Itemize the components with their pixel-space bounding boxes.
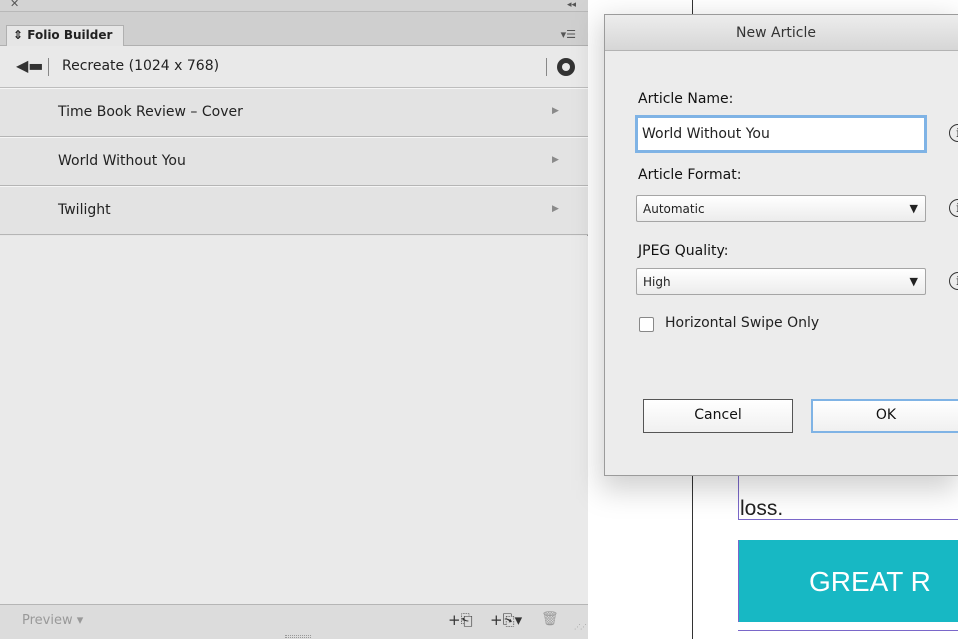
horizontal-swipe-checkbox[interactable] — [639, 317, 654, 332]
horizontal-swipe-label[interactable]: Horizontal Swipe Only — [665, 315, 819, 331]
panel-tab-row: ⇕ Folio Builder ▾☰ — [0, 12, 588, 46]
jpeg-quality-select[interactable]: High ▼ — [636, 268, 926, 295]
info-icon[interactable]: i — [949, 124, 958, 142]
article-label: World Without You — [58, 153, 186, 169]
article-row[interactable]: World Without You ▶ — [0, 137, 588, 186]
nav-row: ◀▬ Recreate (1024 x 768) — [0, 46, 588, 88]
dialog-title: New Article — [736, 25, 816, 41]
article-row[interactable]: Time Book Review – Cover ▶ — [0, 88, 588, 137]
panel-bottom-bar: Preview ▾ +⎗ +⎘▾ 🗑 ⋰⋰ — [0, 604, 588, 639]
new-article-dialog: New Article Article Name: i Article Form… — [604, 14, 958, 476]
jpeg-quality-value: High — [643, 275, 671, 289]
cancel-button[interactable]: Cancel — [643, 399, 793, 433]
tab-label: Folio Builder — [27, 28, 113, 42]
article-format-value: Automatic — [643, 202, 705, 216]
import-article-icon[interactable]: +⎘▾ — [490, 611, 522, 629]
article-format-label: Article Format: — [638, 167, 742, 183]
back-arrow-icon[interactable]: ◀▬ — [16, 56, 43, 75]
dialog-title-bar[interactable]: New Article — [605, 15, 958, 51]
panel-resize-handle[interactable] — [285, 635, 311, 638]
nav-divider — [546, 58, 547, 76]
folio-builder-panel: ✕ ◂◂ ⇕ Folio Builder ▾☰ ◀▬ Recreate (102… — [0, 0, 588, 639]
panel-menu-icon[interactable]: ▾☰ — [561, 28, 576, 41]
chevron-right-icon[interactable]: ▶ — [552, 106, 559, 116]
close-icon[interactable]: ✕ — [10, 0, 19, 11]
jpeg-quality-label: JPEG Quality: — [638, 243, 729, 259]
banner-frame: GREAT R — [738, 540, 958, 622]
frame-guide — [738, 630, 958, 631]
nav-divider — [48, 58, 49, 76]
preview-button[interactable]: Preview ▾ — [22, 613, 83, 628]
panel-empty-area — [0, 236, 588, 604]
add-article-icon[interactable]: +⎗ — [448, 611, 473, 629]
info-icon[interactable]: i — [949, 272, 958, 290]
chevron-right-icon[interactable]: ▶ — [552, 204, 559, 214]
article-list: Time Book Review – Cover ▶ World Without… — [0, 88, 588, 235]
panel-top-bar: ✕ ◂◂ — [0, 0, 588, 12]
doc-text-loss: loss. — [740, 497, 784, 520]
folio-title: Recreate (1024 x 768) — [62, 58, 220, 74]
collapse-panel-icon[interactable]: ◂◂ — [567, 0, 576, 12]
resize-grip-icon[interactable]: ⋰⋰ — [574, 623, 587, 631]
ok-button[interactable]: OK — [811, 399, 958, 433]
article-name-input[interactable] — [635, 115, 927, 153]
tab-folio-builder[interactable]: ⇕ Folio Builder — [6, 25, 124, 46]
article-label: Time Book Review – Cover — [58, 104, 243, 120]
trash-icon[interactable]: 🗑 — [541, 611, 559, 627]
chevron-right-icon[interactable]: ▶ — [552, 155, 559, 165]
sync-icon[interactable] — [557, 58, 575, 76]
article-format-select[interactable]: Automatic ▼ — [636, 195, 926, 222]
chevron-down-icon: ▼ — [909, 275, 918, 288]
chevron-down-icon: ▼ — [909, 202, 918, 215]
article-label: Twilight — [58, 202, 111, 218]
banner-text: GREAT R — [809, 566, 931, 597]
updown-arrows-icon: ⇕ — [13, 28, 24, 42]
article-name-label: Article Name: — [638, 91, 734, 107]
info-icon[interactable]: i — [949, 199, 958, 217]
article-row[interactable]: Twilight ▶ — [0, 186, 588, 235]
